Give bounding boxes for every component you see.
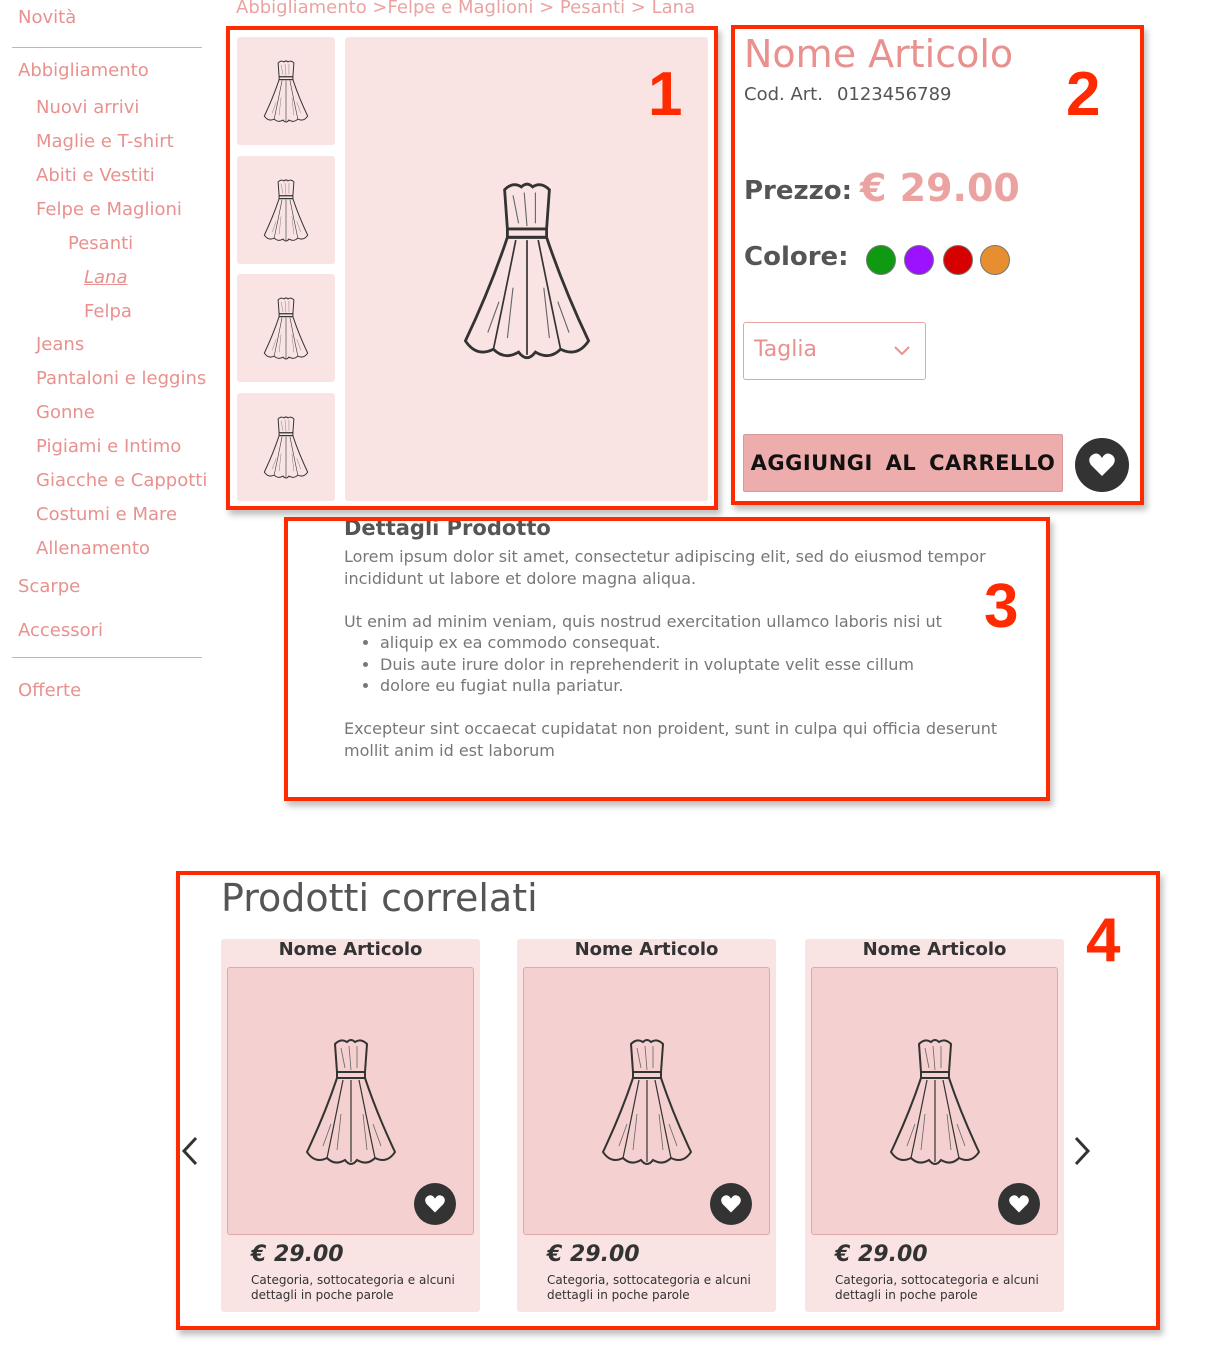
sidebar-item-abiti[interactable]: Abiti e Vestiti: [36, 165, 155, 186]
annotation-number-2: 2: [1066, 60, 1101, 129]
annotation-box-3: [284, 517, 1050, 801]
sidebar-item-giacche[interactable]: Giacche e Cappotti: [36, 470, 207, 491]
sidebar-item-allenamento[interactable]: Allenamento: [36, 538, 150, 559]
sidebar-item-gonne[interactable]: Gonne: [36, 402, 95, 423]
annotation-box-1: [226, 26, 718, 510]
sidebar-item-jeans[interactable]: Jeans: [36, 334, 84, 355]
sidebar-item-maglie[interactable]: Maglie e T-shirt: [36, 131, 174, 152]
sidebar-item-offerte[interactable]: Offerte: [18, 680, 81, 701]
sidebar-item-pigiami[interactable]: Pigiami e Intimo: [36, 436, 181, 457]
annotation-number-3: 3: [984, 572, 1019, 641]
annotation-box-4: [176, 871, 1160, 1330]
sidebar-item-scarpe[interactable]: Scarpe: [18, 576, 80, 597]
sidebar-divider: [12, 47, 202, 48]
annotation-number-1: 1: [648, 60, 683, 129]
sidebar-item-novita[interactable]: Novità: [18, 7, 76, 28]
sidebar-item-accessori[interactable]: Accessori: [18, 620, 103, 641]
sidebar-item-pantaloni[interactable]: Pantaloni e leggins: [36, 368, 206, 389]
sidebar-item-abbigliamento[interactable]: Abbigliamento: [18, 60, 149, 81]
sidebar-item-felpa[interactable]: Felpa: [84, 301, 132, 322]
sidebar-item-costumi[interactable]: Costumi e Mare: [36, 504, 177, 525]
breadcrumb[interactable]: Abbigliamento >Felpe e Maglioni > Pesant…: [236, 0, 695, 18]
sidebar-item-pesanti[interactable]: Pesanti: [68, 233, 133, 254]
sidebar-item-nuovi-arrivi[interactable]: Nuovi arrivi: [36, 97, 139, 118]
annotation-number-4: 4: [1086, 906, 1121, 975]
sidebar-item-lana[interactable]: Lana: [84, 267, 128, 288]
sidebar-item-felpe[interactable]: Felpe e Maglioni: [36, 199, 182, 220]
sidebar-divider: [12, 657, 202, 658]
